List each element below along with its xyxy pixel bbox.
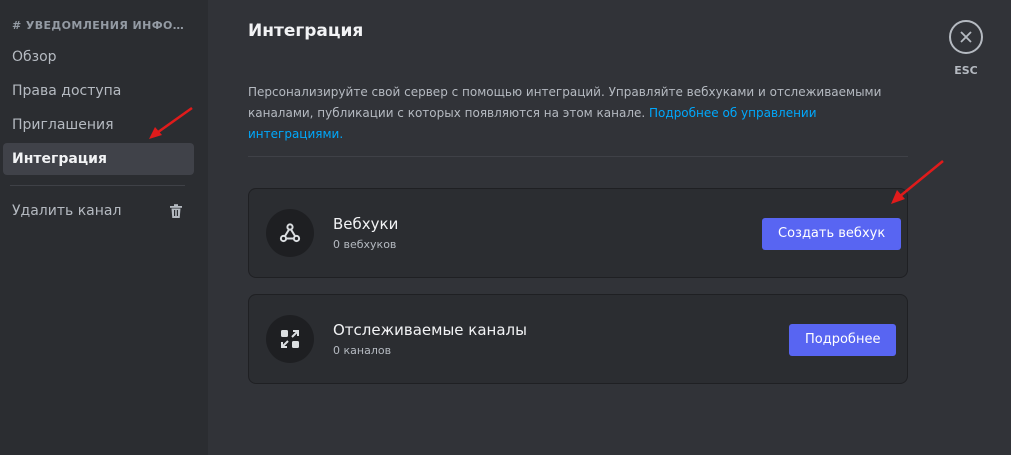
sidebar: # УВЕДОМЛЕНИЯ ИНФОР... Обзор Права досту… [0, 0, 208, 455]
sidebar-item-label: Права доступа [12, 83, 122, 99]
sidebar-divider [10, 185, 185, 186]
card-subtitle: 0 вебхуков [333, 238, 397, 251]
annotation-arrow-sidebar [149, 106, 193, 139]
page-title: Интеграция [248, 21, 364, 41]
webhooks-card: Вебхуки 0 вебхуков Создать вебхук [248, 188, 908, 278]
esc-label: ESC [954, 64, 978, 77]
sidebar-item-delete-channel[interactable]: Удалить канал [3, 195, 194, 227]
sidebar-item-overview[interactable]: Обзор [3, 41, 194, 73]
sidebar-item-label: Удалить канал [12, 203, 122, 219]
create-webhook-button[interactable]: Создать вебхук [762, 218, 902, 250]
trash-icon [170, 204, 182, 218]
sidebar-item-integrations[interactable]: Интеграция [3, 143, 194, 175]
followed-channels-card: Отслеживаемые каналы 0 каналов Подробнее [248, 294, 908, 384]
sidebar-item-label: Обзор [12, 49, 57, 65]
close-button[interactable] [949, 20, 983, 54]
card-title: Вебхуки [333, 215, 399, 233]
follow-channel-icon [266, 315, 314, 363]
sidebar-item-label: Приглашения [12, 117, 114, 133]
annotation-arrow-button [891, 160, 944, 204]
section-divider [248, 156, 908, 157]
close-icon [960, 31, 972, 43]
channel-name-header: # УВЕДОМЛЕНИЯ ИНФОР... [12, 19, 187, 32]
card-title: Отслеживаемые каналы [333, 321, 527, 339]
sidebar-item-label: Интеграция [12, 151, 107, 167]
learn-more-button[interactable]: Подробнее [789, 324, 897, 356]
webhook-icon [266, 209, 314, 257]
page-description: Персонализируйте свой сервер с помощью и… [248, 82, 908, 145]
card-subtitle: 0 каналов [333, 344, 392, 357]
